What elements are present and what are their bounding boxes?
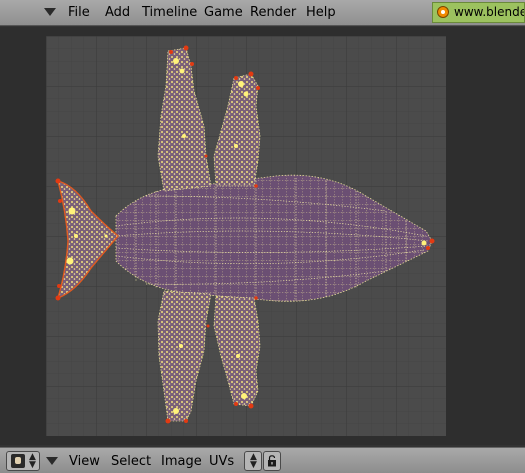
updown-arrows-icon: ▲ ▼ [250, 452, 257, 470]
menu-help[interactable]: Help [306, 5, 336, 20]
uv-editor-header: ▲ ▼ View Select Image UVs ▲ ▼ [0, 447, 525, 473]
blender-window: File Add Timeline Game Render Help www.b… [0, 0, 525, 473]
lock-icon [268, 455, 276, 467]
header-collapse-icon[interactable] [46, 457, 58, 465]
menu-view[interactable]: View [69, 454, 100, 469]
website-link[interactable]: www.blender [432, 2, 525, 23]
editor-type-selector[interactable]: ▲ ▼ [6, 451, 40, 471]
menu-select[interactable]: Select [111, 454, 151, 469]
website-url-text: www.blender [454, 5, 525, 19]
image-browse-button[interactable]: ▲ ▼ [244, 451, 262, 471]
menu-render[interactable]: Render [250, 5, 296, 20]
menubar-collapse-icon[interactable] [44, 8, 56, 16]
menu-timeline[interactable]: Timeline [142, 5, 197, 20]
uv-grid-canvas[interactable] [46, 36, 446, 436]
menu-game[interactable]: Game [204, 5, 243, 20]
menu-uvs[interactable]: UVs [209, 454, 234, 469]
menu-add[interactable]: Add [105, 5, 130, 20]
image-editor-icon [11, 454, 25, 468]
lock-button[interactable] [263, 451, 281, 471]
uv-editor-viewport[interactable] [0, 27, 525, 445]
top-menubar: File Add Timeline Game Render Help www.b… [0, 0, 525, 26]
menu-file[interactable]: File [68, 5, 90, 20]
blender-logo-icon [437, 6, 449, 18]
menu-image[interactable]: Image [161, 454, 202, 469]
updown-arrows-icon: ▲ ▼ [29, 452, 36, 470]
